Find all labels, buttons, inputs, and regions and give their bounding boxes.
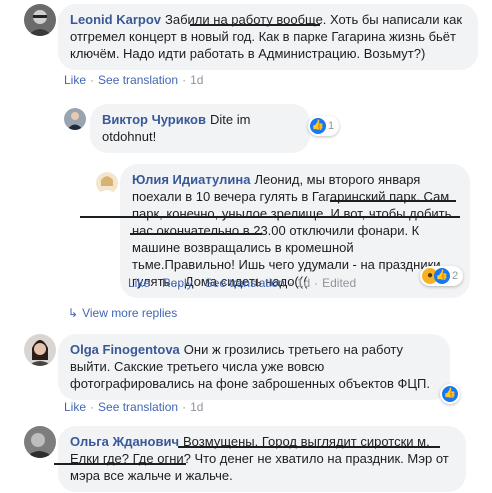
comment-author[interactable]: Юлия Идиатулина: [132, 172, 250, 187]
timestamp[interactable]: 1d: [297, 276, 310, 290]
comment-actions: Like · See translation · 1d: [64, 400, 204, 414]
text-underline: [178, 446, 440, 448]
like-link[interactable]: Like: [64, 73, 86, 87]
avatar[interactable]: [24, 426, 56, 458]
comment-bubble: Olga Finogentova Они ж грозились третьего…: [58, 334, 450, 400]
see-translation-link[interactable]: See translation: [98, 400, 178, 414]
reaction-count: 1: [328, 120, 335, 132]
avatar[interactable]: [24, 334, 56, 366]
reaction-counter[interactable]: ● 👍 2: [420, 266, 464, 286]
comment-actions: Like · Reply · See translation · 1d · Edited: [128, 276, 357, 290]
like-icon: 👍: [442, 386, 458, 402]
text-underline: [330, 200, 456, 202]
see-translation-link[interactable]: See translation: [98, 73, 178, 87]
like-link[interactable]: Like: [64, 400, 86, 414]
avatar[interactable]: [24, 4, 56, 36]
like-link[interactable]: Like: [128, 276, 150, 290]
view-more-replies[interactable]: ↳ View more replies: [68, 306, 177, 320]
comment-text: Леонид, мы второго января поехали в 10 в…: [132, 172, 452, 289]
reaction-counter[interactable]: 👍: [440, 384, 460, 404]
text-underline: [80, 216, 460, 218]
reaction-counter[interactable]: 👍 1: [308, 116, 340, 136]
comment-author[interactable]: Виктор Чуриков: [102, 112, 206, 127]
text-underline: [190, 24, 320, 26]
timestamp[interactable]: 1d: [190, 400, 203, 414]
comment-author[interactable]: Leonid Karpov: [70, 12, 161, 27]
comment-actions: Like · See translation · 1d: [64, 73, 204, 87]
reply-arrow-icon: ↳: [68, 306, 79, 320]
comment-author[interactable]: Olga Finogentova: [70, 342, 180, 357]
comment-bubble: Виктор Чуриков Dite im otdohnut!: [90, 104, 310, 153]
text-underline: [54, 463, 186, 465]
comment-bubble: Ольга Жданович Возмущены. Город выглядит …: [58, 426, 466, 492]
reply-link[interactable]: Reply: [162, 276, 193, 290]
like-icon: 👍: [310, 118, 326, 134]
comment-bubble: Leonid Karpov Забили на работу вообще. Хо…: [58, 4, 478, 70]
text-underline: [130, 233, 262, 235]
timestamp[interactable]: 1d: [190, 73, 203, 87]
reaction-count: 2: [452, 270, 459, 282]
comment-author[interactable]: Ольга Жданович: [70, 434, 179, 449]
avatar[interactable]: [96, 172, 118, 194]
avatar[interactable]: [64, 108, 86, 130]
like-icon: 👍: [434, 268, 450, 284]
edited-label[interactable]: Edited: [322, 276, 356, 290]
see-translation-link[interactable]: See translation: [205, 276, 285, 290]
